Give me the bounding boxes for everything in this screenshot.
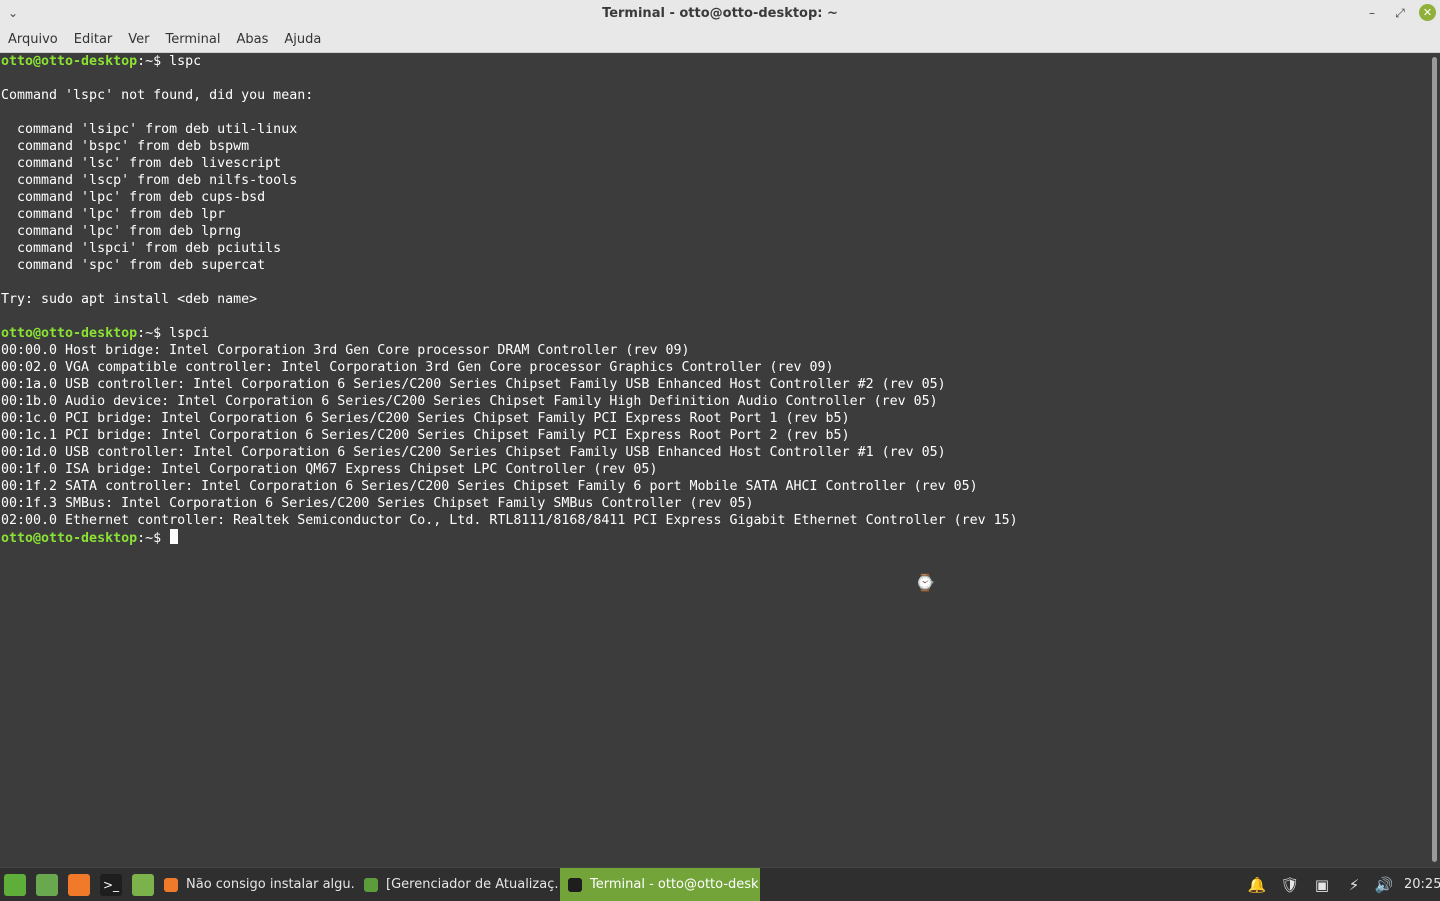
shield-icon[interactable]: 🛡 [1280,875,1300,895]
prompt-user: otto@otto-desktop [1,326,138,341]
firefox-icon[interactable] [68,874,90,896]
menu-editar[interactable]: Editar [66,32,121,47]
output-line: command 'lspci' from deb pciutils [1,241,282,256]
task-update-manager[interactable]: [Gerenciador de Atualizaç... [356,868,558,901]
terminal-icon [568,877,582,892]
menu-abas[interactable]: Abas [228,32,276,47]
menu-ajuda[interactable]: Ajuda [276,32,329,47]
power-icon[interactable]: ⚡ [1344,875,1364,895]
scrollbar-thumb[interactable] [1432,57,1437,862]
output-line: 00:1c.1 PCI bridge: Intel Corporation 6 … [1,428,850,443]
files-icon[interactable] [132,874,154,896]
output-line: command 'lsc' from deb livescript [1,156,282,171]
output-line: Try: sudo apt install <deb name> [1,292,258,307]
prompt-line: otto@otto-desktop:~$ lspci [1,325,1018,342]
output-line: 00:00.0 Host bridge: Intel Corporation 3… [1,343,690,358]
terminal-cursor [170,529,179,544]
output-line: 00:1f.3 SMBus: Intel Corporation 6 Serie… [1,496,754,511]
text-cursor-icon: ⌚ [915,573,935,592]
output-line: 02:00.0 Ethernet controller: Realtek Sem… [1,513,1018,528]
output-line: command 'lsipc' from deb util-linux [1,122,298,137]
prompt-path: :~$ [137,326,162,341]
prompt-user: otto@otto-desktop [1,54,138,69]
output-line: command 'lpc' from deb cups-bsd [1,190,266,205]
task-label: [Gerenciador de Atualizaç... [386,877,558,892]
prompt-line: otto@otto-desktop:~$ [1,529,1018,546]
output-line: command 'spc' from deb supercat [1,258,266,273]
output-line: 00:1f.2 SATA controller: Intel Corporati… [1,479,978,494]
terminal-scrollbar[interactable] [1428,53,1440,866]
output-line: command 'lpc' from deb lpr [1,207,226,222]
terminal-icon[interactable]: >_ [100,874,122,896]
output-line: 00:02.0 VGA compatible controller: Intel… [1,360,834,375]
update-manager-icon [364,877,378,892]
menu-ver[interactable]: Ver [120,32,157,47]
window-titlebar[interactable]: ⌄ Terminal - otto@otto-desktop: ~ – ⤢ ✕ [0,0,1440,26]
output-line: command 'lpc' from deb lprng [1,224,242,239]
menu-terminal[interactable]: Terminal [158,32,229,47]
task-terminal[interactable]: Terminal - otto@otto-desk... [560,868,760,901]
output-line: Command 'lspc' not found, did you mean: [1,88,314,103]
task-label: Não consigo instalar algu... [186,877,356,892]
prompt-path: :~$ [137,531,162,546]
prompt-path: :~$ [137,54,162,69]
command-text: lspci [161,326,210,341]
command-text [161,531,169,546]
output-line: command 'lscp' from deb nilfs-tools [1,173,298,188]
menu-arquivo[interactable]: Arquivo [0,32,66,47]
mint-menu-icon[interactable] [4,874,26,896]
prompt-line: otto@otto-desktop:~$ lspc [1,53,1018,70]
menu-bar: Arquivo Editar Ver Terminal Abas Ajuda [0,26,1440,53]
taskbar: >_ Não consigo instalar algu... [Gerenci… [0,867,1440,901]
prompt-user: otto@otto-desktop [1,531,138,546]
minimize-icon[interactable]: – [1363,4,1381,22]
command-text: lspc [161,54,202,69]
volume-icon[interactable]: 🔊 [1374,875,1394,895]
task-firefox[interactable]: Não consigo instalar algu... [156,868,356,901]
show-desktop-icon[interactable] [36,874,58,896]
task-label: Terminal - otto@otto-desk... [590,877,760,892]
window-title: Terminal - otto@otto-desktop: ~ [602,6,838,21]
terminal-output[interactable]: otto@otto-desktop:~$ lspc Command 'lspc' … [0,53,1428,866]
output-line: 00:1b.0 Audio device: Intel Corporation … [1,394,938,409]
clock[interactable]: 20:25 [1404,877,1440,892]
output-line: command 'bspc' from deb bspwm [1,139,250,154]
terminal-lines: otto@otto-desktop:~$ lspc Command 'lspc' … [1,53,1018,546]
output-line: 00:1d.0 USB controller: Intel Corporatio… [1,445,946,460]
firefox-icon [164,877,178,892]
output-line: 00:1a.0 USB controller: Intel Corporatio… [1,377,946,392]
maximize-icon[interactable]: ⤢ [1391,4,1409,22]
output-line: 00:1c.0 PCI bridge: Intel Corporation 6 … [1,411,850,426]
close-icon[interactable]: ✕ [1419,4,1436,21]
notifications-icon[interactable]: 🔔 [1247,875,1267,895]
output-line: 00:1f.0 ISA bridge: Intel Corporation QM… [1,462,658,477]
network-icon[interactable]: ▣ [1312,875,1332,895]
